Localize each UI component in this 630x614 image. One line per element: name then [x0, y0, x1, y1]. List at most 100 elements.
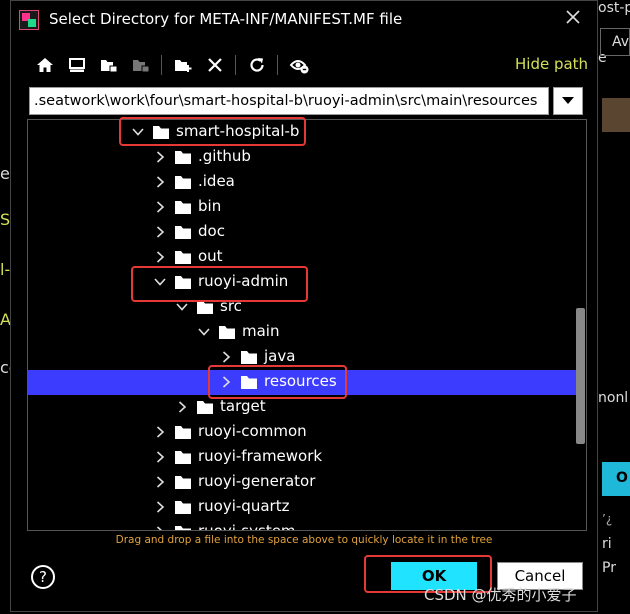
- chevron-right-icon[interactable]: [176, 401, 188, 413]
- tree-row[interactable]: ruoyi-admin: [28, 270, 576, 295]
- tree-row-label: .idea: [198, 172, 235, 190]
- new-folder-button[interactable]: [171, 53, 195, 77]
- chevron-down-icon[interactable]: [198, 326, 210, 338]
- drag-drop-hint: Drag and drop a file into the space abov…: [115, 534, 493, 546]
- tree-row-label: doc: [198, 222, 225, 240]
- tree-row[interactable]: ruoyi-quartz: [28, 495, 576, 520]
- tree-row[interactable]: bin: [28, 195, 576, 220]
- tree-row[interactable]: .github: [28, 145, 576, 170]
- folder-icon: [175, 476, 191, 489]
- bg-right-tab: ’¿: [602, 512, 613, 526]
- folder-icon: [175, 151, 191, 164]
- help-button[interactable]: ?: [31, 565, 55, 589]
- tree-row-label: ruoyi-framework: [198, 447, 323, 465]
- tree-row-label: ruoyi-generator: [198, 472, 316, 490]
- tree-row[interactable]: src: [28, 295, 576, 320]
- folder-icon: [175, 426, 191, 439]
- tree-row-label: ruoyi-system: [198, 522, 296, 531]
- tree-row-label: target: [220, 397, 266, 415]
- tree-row-label: resources: [264, 372, 337, 390]
- screenshot: e S l- A co ost-p e Av nonl O ’¿ ri Pr S…: [0, 0, 630, 614]
- folder-icon: [175, 251, 191, 264]
- tree-row-label: bin: [198, 197, 222, 215]
- project-icon: [101, 60, 118, 73]
- delete-icon: [208, 58, 222, 72]
- tree-row[interactable]: ruoyi-generator: [28, 470, 576, 495]
- tree-row[interactable]: ruoyi-framework: [28, 445, 576, 470]
- path-history-dropdown[interactable]: [553, 87, 583, 115]
- bg-right-panel: [602, 98, 630, 132]
- bg-right-tab: Pr: [602, 560, 616, 576]
- chevron-down-icon[interactable]: [132, 126, 144, 138]
- tree-row[interactable]: .idea: [28, 170, 576, 195]
- tree-row-label: java: [264, 347, 296, 365]
- chevron-right-icon[interactable]: [220, 351, 232, 363]
- toolbar-separator: [161, 55, 162, 75]
- desktop-button[interactable]: [65, 53, 89, 77]
- path-input[interactable]: [29, 87, 549, 115]
- bg-left-letter: e: [0, 164, 10, 183]
- folder-icon: [241, 376, 257, 389]
- tree-scrollbar[interactable]: [576, 308, 585, 444]
- bg-right-tab: ost-p: [598, 0, 630, 16]
- tree-row[interactable]: ruoyi-system: [28, 520, 576, 531]
- chevron-down-icon[interactable]: [154, 276, 166, 288]
- tree-row-label: .github: [198, 147, 251, 165]
- chevron-right-icon[interactable]: [154, 476, 166, 488]
- folder-icon: [197, 301, 213, 314]
- tree-row[interactable]: main: [28, 320, 576, 345]
- tree-row[interactable]: out: [28, 245, 576, 270]
- chevron-right-icon[interactable]: [154, 501, 166, 513]
- home-icon: [37, 58, 53, 72]
- folder-icon: [197, 401, 213, 414]
- folder-icon: [175, 176, 191, 189]
- folder-icon: [241, 351, 257, 364]
- new-folder-icon: [175, 60, 192, 72]
- show-hidden-icon: [289, 60, 309, 74]
- tree-row-label: src: [220, 297, 242, 315]
- bg-right-tab: nonl: [598, 390, 629, 406]
- show-hidden-button[interactable]: [287, 53, 311, 77]
- tree-row-label: smart-hospital-b: [176, 122, 300, 140]
- chevron-right-icon[interactable]: [154, 226, 166, 238]
- dialog-title: Select Directory for META-INF/MANIFEST.M…: [49, 10, 403, 28]
- dialog-toolbar: Hide path: [29, 53, 589, 79]
- tree-row[interactable]: resources: [28, 370, 576, 395]
- bg-left-letter: S: [0, 210, 11, 229]
- chevron-down-icon[interactable]: [176, 301, 188, 313]
- home-button[interactable]: [33, 53, 57, 77]
- chevron-right-icon[interactable]: [154, 151, 166, 163]
- tree-row[interactable]: target: [28, 395, 576, 420]
- tree-row[interactable]: java: [28, 345, 576, 370]
- hide-path-link[interactable]: Hide path: [515, 55, 588, 73]
- tree-row-label: out: [198, 247, 223, 265]
- intellij-app-icon: [19, 10, 39, 30]
- close-button[interactable]: [561, 7, 585, 31]
- tree-row-label: ruoyi-common: [198, 422, 307, 440]
- project-button[interactable]: [97, 53, 121, 77]
- chevron-right-icon[interactable]: [154, 176, 166, 188]
- refresh-button[interactable]: [245, 53, 269, 77]
- dialog-titlebar: Select Directory for META-INF/MANIFEST.M…: [11, 1, 597, 39]
- tree-row[interactable]: ruoyi-common: [28, 420, 576, 445]
- directory-tree[interactable]: ruoyi-system ruoyi-quartz ruoyi-generator r…: [27, 119, 587, 531]
- tree-row[interactable]: doc: [28, 220, 576, 245]
- tree-row-label: ruoyi-admin: [198, 272, 289, 290]
- delete-button[interactable]: [203, 53, 227, 77]
- chevron-right-icon[interactable]: [154, 251, 166, 263]
- module-button[interactable]: [129, 53, 153, 77]
- chevron-right-icon[interactable]: [154, 426, 166, 438]
- tree-row-label: main: [242, 322, 280, 340]
- bg-left-letter: l-: [0, 260, 11, 279]
- chevron-right-icon[interactable]: [154, 526, 166, 531]
- toolbar-separator: [235, 55, 236, 75]
- chevron-right-icon[interactable]: [154, 201, 166, 213]
- folder-icon: [175, 451, 191, 464]
- chevron-right-icon[interactable]: [220, 376, 232, 388]
- refresh-icon: [250, 58, 264, 72]
- chevron-right-icon[interactable]: [154, 451, 166, 463]
- folder-icon: [175, 201, 191, 214]
- tree-row-label: ruoyi-quartz: [198, 497, 290, 515]
- select-directory-dialog: Select Directory for META-INF/MANIFEST.M…: [10, 0, 598, 612]
- tree-row[interactable]: smart-hospital-b: [28, 120, 576, 145]
